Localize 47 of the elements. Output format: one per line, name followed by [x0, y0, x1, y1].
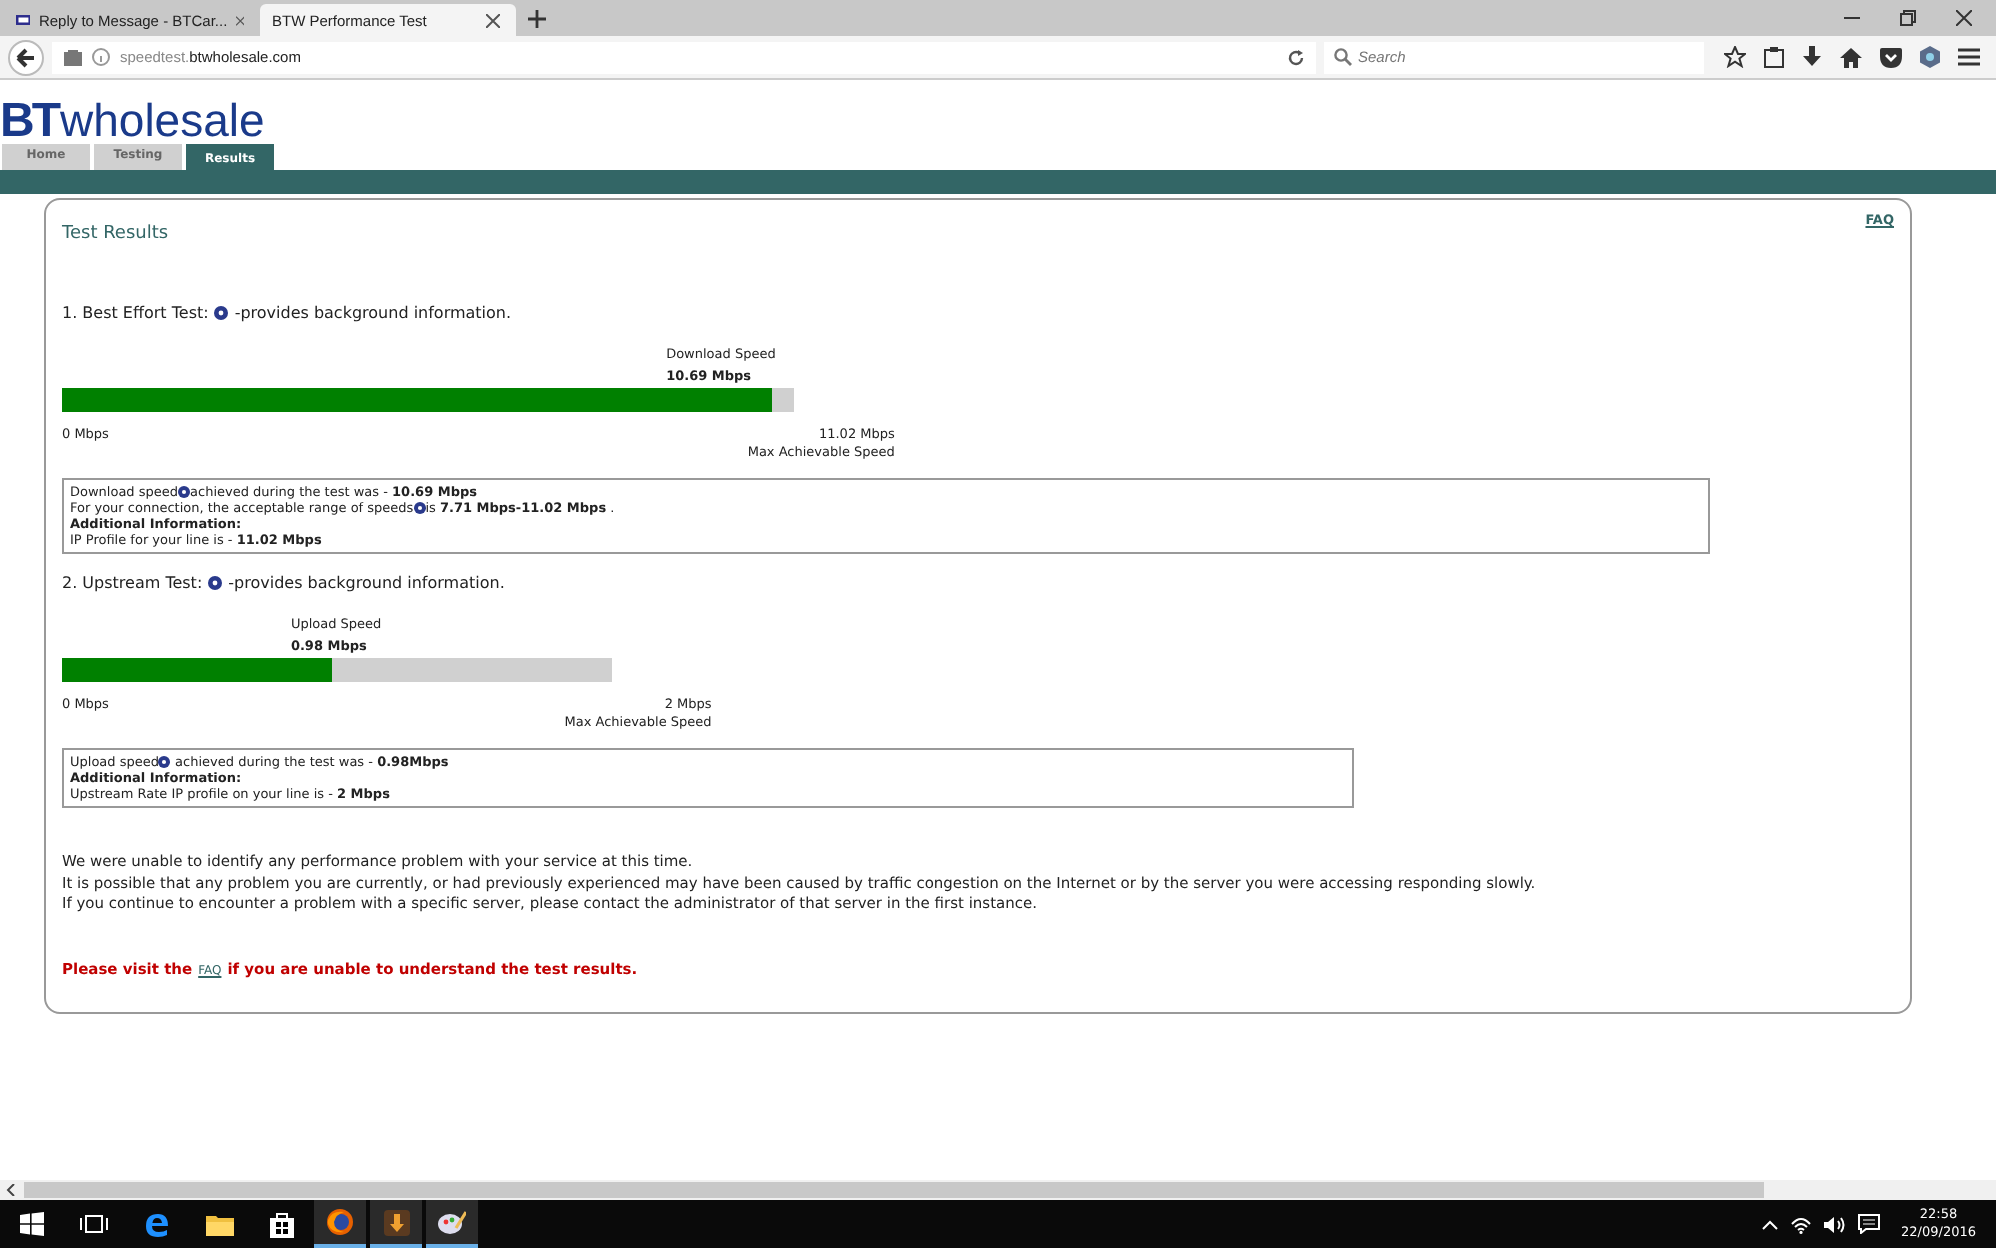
panel-title: Test Results	[62, 224, 169, 244]
download-icon[interactable]	[1802, 46, 1822, 68]
home-icon[interactable]	[1840, 47, 1862, 67]
reload-icon[interactable]	[1288, 49, 1304, 65]
clipboard-icon[interactable]	[1764, 46, 1784, 68]
test-heading: 1. Best Effort Test:	[62, 304, 209, 322]
search-icon	[1334, 48, 1352, 66]
test-note: -provides background information.	[234, 304, 512, 322]
wifi-icon[interactable]	[1789, 1215, 1812, 1233]
page-icon	[64, 49, 82, 65]
download-icon	[383, 1209, 409, 1235]
test-note: -provides background information.	[228, 574, 505, 592]
help-icon[interactable]	[178, 486, 191, 498]
pocket-icon[interactable]	[1880, 47, 1902, 67]
notification-icon[interactable]	[1857, 1214, 1880, 1234]
edge-icon[interactable]	[144, 1211, 170, 1237]
caret-icon[interactable]	[1761, 1219, 1778, 1229]
bt-wholesale-logo[interactable]: BTwholesale	[0, 80, 265, 144]
new-tab-icon[interactable]	[528, 10, 546, 28]
close-icon[interactable]	[486, 13, 500, 27]
scroll-left-icon[interactable]	[6, 1184, 16, 1196]
menu-icon[interactable]	[1958, 48, 1980, 66]
test-heading: 2. Upstream Test:	[62, 574, 203, 592]
star-icon[interactable]	[1724, 46, 1746, 68]
windows-start-icon[interactable]	[20, 1212, 44, 1236]
back-icon[interactable]	[8, 39, 44, 75]
help-icon[interactable]	[158, 756, 171, 768]
close-icon[interactable]	[235, 13, 244, 27]
hexagon-icon[interactable]	[1920, 46, 1940, 68]
volume-icon[interactable]	[1823, 1215, 1846, 1233]
scrollbar-thumb[interactable]	[24, 1182, 1764, 1198]
paint-taskbar-button[interactable]	[426, 1200, 478, 1248]
folder-icon[interactable]	[206, 1213, 234, 1235]
downloader-taskbar-button[interactable]	[370, 1200, 422, 1248]
help-icon[interactable]	[208, 576, 223, 590]
favicon-icon	[16, 12, 31, 28]
help-icon[interactable]	[214, 306, 229, 320]
restore-icon[interactable]	[1900, 10, 1916, 26]
close-icon[interactable]	[1956, 10, 1972, 26]
horizontal-scrollbar[interactable]	[0, 1180, 1996, 1200]
task-view-icon[interactable]	[80, 1214, 108, 1234]
help-icon[interactable]	[413, 502, 426, 514]
palette-icon	[438, 1209, 466, 1235]
info-icon[interactable]	[92, 48, 110, 66]
store-icon[interactable]	[270, 1211, 294, 1237]
firefox-icon	[326, 1208, 354, 1236]
firefox-taskbar-button[interactable]	[314, 1200, 366, 1248]
